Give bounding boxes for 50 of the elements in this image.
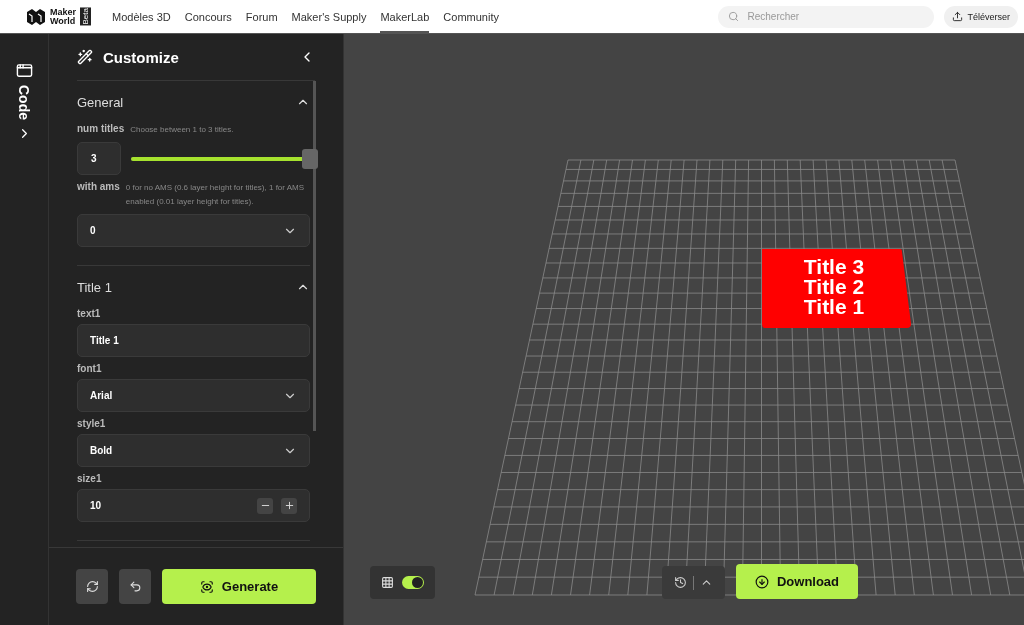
grid-toggle[interactable] (402, 576, 424, 589)
slider-handle[interactable] (302, 148, 318, 169)
param-label: with ams (77, 181, 120, 192)
generate-button[interactable]: Generate (162, 569, 316, 604)
param-label: font1 (77, 363, 102, 374)
param-hint: Choose between 1 to 3 titles. (130, 124, 234, 136)
slider[interactable] (131, 148, 318, 169)
select-field[interactable]: Bold (77, 434, 310, 467)
minus-button[interactable] (257, 497, 273, 514)
beta-badge: Beta (80, 7, 91, 26)
3d-viewport[interactable]: Title 3 Title 2 Title 1 Download (344, 34, 1024, 625)
eye-scan-icon (199, 579, 214, 594)
download-icon (754, 574, 769, 589)
plus-icon (283, 500, 295, 511)
refresh-button[interactable] (76, 569, 108, 604)
section-title: Title 1 (77, 279, 112, 295)
history-icon[interactable] (674, 576, 687, 589)
input-field[interactable]: Title 1 (77, 324, 310, 357)
upload-button[interactable]: Téléverser (944, 5, 1018, 28)
section-title: General (77, 94, 124, 110)
cube-logo-icon (26, 7, 46, 26)
download-button[interactable]: Download (736, 564, 858, 599)
nav-link[interactable]: Modèles 3D (112, 0, 171, 34)
plus-button[interactable] (281, 497, 297, 514)
select-field[interactable]: Arial (77, 379, 310, 412)
number-input[interactable]: 3 (77, 142, 121, 175)
undo-icon (128, 580, 142, 593)
select-field[interactable]: 0 (77, 214, 310, 247)
scrollbar[interactable] (313, 81, 316, 431)
param-label: size1 (77, 473, 102, 484)
nav-link[interactable]: Concours (184, 0, 232, 34)
param-hint: 0 for no AMS (0.6 layer height for titles), 1 for AMS enabled (0.01 layer height for titles). (125, 182, 306, 208)
refresh-icon (85, 580, 99, 593)
rail-label[interactable]: Code (16, 85, 32, 120)
logo-text: Maker World (50, 7, 76, 26)
undo-button[interactable] (119, 569, 151, 604)
text-plate-model[interactable]: Title 3 Title 2 Title 1 (762, 249, 911, 328)
nav-link[interactable]: Maker's Supply (291, 0, 367, 34)
param-label: style1 (77, 418, 106, 429)
param-label: text1 (77, 308, 101, 319)
wand-icon (77, 49, 93, 65)
param-label: num titles (77, 123, 125, 134)
panel-title: Customize (103, 48, 180, 66)
search-icon (728, 11, 740, 22)
grid-icon (381, 576, 394, 589)
upload-icon (952, 11, 964, 22)
nav-link[interactable]: Community (443, 0, 499, 34)
code-window-icon[interactable] (15, 62, 33, 79)
number-input[interactable]: 10 (77, 489, 310, 522)
nav-link[interactable]: Forum (245, 0, 278, 34)
